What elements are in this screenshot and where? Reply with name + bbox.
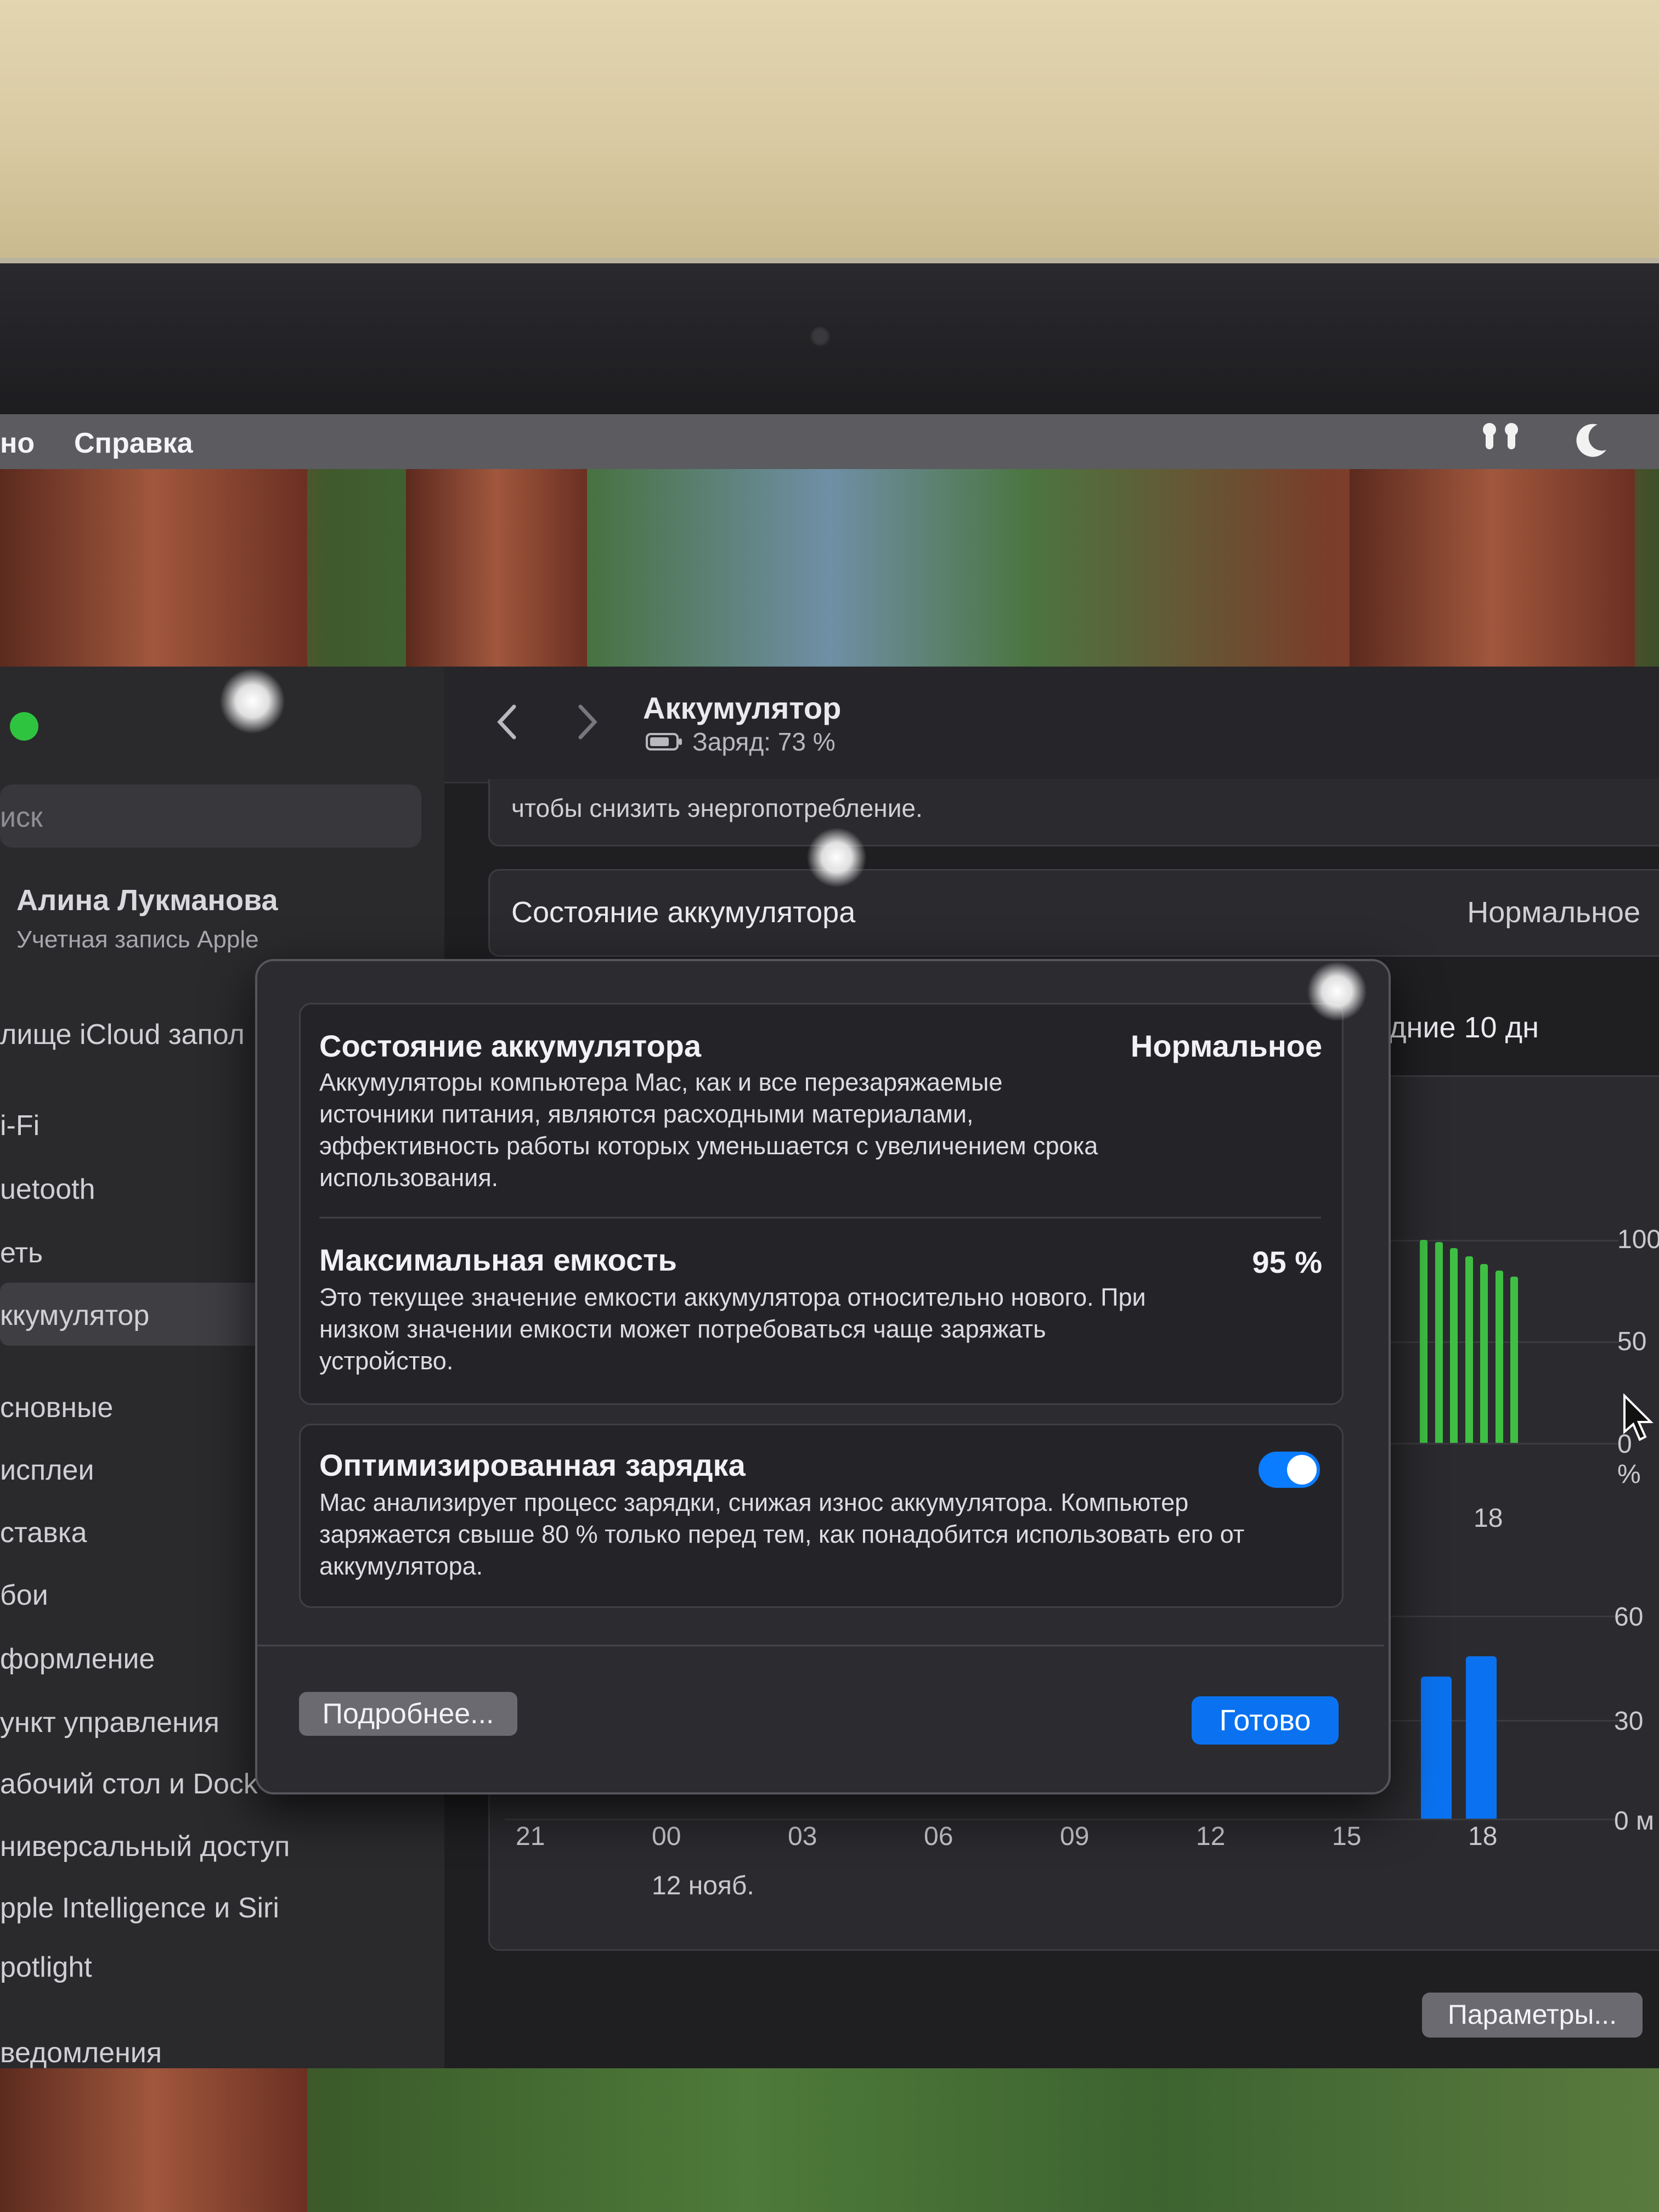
battery-level-bar [1480,1264,1488,1443]
period-selector[interactable]: дние 10 дн [1389,1011,1539,1045]
battery-level-bars [1420,1240,1519,1443]
window-toolbar [444,667,1659,783]
battery-health-label: Состояние аккумулятора [511,896,856,929]
usage-y-tick: 60 [1614,1602,1644,1632]
usage-x-axis: 21 00 03 06 09 12 15 18 [516,1821,1503,1854]
card-divider [319,1217,1321,1218]
search-field[interactable] [0,785,421,848]
account-name[interactable]: Алина Лукманова [16,883,278,917]
sidebar-item-icloud[interactable]: лище iCloud запол [0,1018,245,1051]
health-description: Аккумуляторы компьютера Mac, как и все п… [319,1068,1098,1192]
capacity-value: 95 % [1252,1245,1322,1279]
menu-bar [0,414,1659,469]
grid-line [505,1819,1618,1820]
usage-x-tick: 06 [924,1822,953,1851]
light-reflection [806,827,867,888]
capacity-description: Это текущее значение емкости аккумулятор… [319,1283,1146,1375]
usage-x-tick: 12 [1196,1822,1226,1851]
battery-y-tick: 100 [1617,1225,1659,1254]
optimized-charging-toggle[interactable] [1259,1452,1320,1488]
capacity-title: Максимальная емкость [319,1243,677,1277]
sidebar-item-notifications[interactable]: ведомления [0,2036,162,2068]
parameters-button[interactable]: Параметры... [1422,1993,1643,2038]
dialog-divider [257,1645,1384,1646]
battery-x-tick: 18 [1474,1504,1503,1533]
menu-item-help[interactable]: Справка [74,427,193,460]
wallpaper-trunk [0,2068,307,2212]
battery-y-tick: 50 [1617,1327,1647,1356]
screen-usage-bar [1421,1677,1452,1819]
mouse-cursor [1621,1393,1654,1443]
optimized-description: Mac анализирует процесс зарядки, снижая … [319,1488,1245,1580]
sidebar-item-general[interactable]: сновные [0,1391,113,1424]
battery-level-bar [1495,1270,1503,1443]
health-value: Нормальное [1130,1029,1322,1063]
sidebar-item-displays[interactable]: исплеи [0,1454,94,1487]
battery-level-bar [1465,1256,1473,1443]
moon-icon[interactable] [1569,418,1613,462]
menu-item-partial[interactable]: но [0,427,35,460]
wallpaper-trunk [1350,469,1635,667]
usage-x-tick: 00 [652,1822,681,1851]
usage-x-tick: 03 [788,1822,817,1851]
desk-surface [0,0,1659,263]
sidebar-item-wifi[interactable]: i-Fi [0,1109,40,1142]
camera [810,326,831,347]
usage-x-tick: 21 [516,1822,545,1851]
usage-x-date-label: 12 нояб. [652,1871,754,1900]
usage-x-tick: 18 [1468,1822,1498,1851]
usage-y-tick: 30 [1614,1707,1644,1736]
battery-level-bar [1510,1276,1518,1443]
battery-health-value: Нормальное [1467,896,1640,929]
sidebar-item-accessibility[interactable]: ниверсальный доступ [0,1830,290,1863]
sidebar-item-network[interactable]: еть [0,1237,43,1269]
battery-charge-subtitle: Заряд: 73 % [692,727,836,756]
done-button[interactable]: Готово [1192,1696,1339,1745]
zoom-window-button[interactable] [10,712,38,741]
sidebar-item-screensaver[interactable]: ставка [0,1516,87,1549]
search-placeholder: иск [0,802,43,833]
battery-level-bar [1420,1240,1427,1443]
sidebar-item-spotlight[interactable]: potlight [0,1951,92,1984]
usage-y-tick: 0 м [1614,1807,1655,1836]
low-power-description: чтобы снизить энергопотребление. [511,794,923,822]
screen-usage-bars [1421,1616,1520,1819]
sidebar-item-control-centre[interactable]: ункт управления [0,1706,219,1739]
sidebar-item-appearance[interactable]: формление [0,1643,155,1675]
battery-icon [645,732,684,752]
health-title: Состояние аккумулятора [319,1029,702,1063]
wallpaper-trunk [0,469,307,667]
more-info-button[interactable]: Подробнее... [299,1692,517,1736]
sidebar-item-wallpaper[interactable]: бои [0,1579,48,1612]
light-reflection [219,668,285,734]
screen-usage-bar [1466,1656,1497,1819]
battery-level-bar [1450,1248,1458,1443]
usage-x-tick: 15 [1332,1822,1362,1851]
toggle-knob [1287,1455,1317,1485]
back-chevron-icon[interactable] [491,700,524,744]
battery-level-bar [1435,1242,1443,1443]
page-title: Аккумулятор [643,691,842,725]
sidebar-item-battery[interactable]: ккумулятор [0,1299,149,1332]
sidebar-item-bluetooth[interactable]: uetooth [0,1173,95,1206]
grid-line [1388,1443,1618,1444]
forward-chevron-icon[interactable] [571,700,603,744]
usage-x-tick: 09 [1060,1822,1090,1851]
light-reflection [1307,961,1367,1022]
sidebar-item-siri[interactable]: pple Intelligence и Siri [0,1892,279,1925]
optimized-title: Оптимизированная зарядка [319,1448,746,1482]
account-subtitle: Учетная запись Apple [16,926,259,953]
airpods-icon[interactable] [1476,420,1525,464]
sidebar-item-desktop-dock[interactable]: абочий стол и Dock [0,1768,258,1801]
wallpaper-trunk [406,469,587,667]
